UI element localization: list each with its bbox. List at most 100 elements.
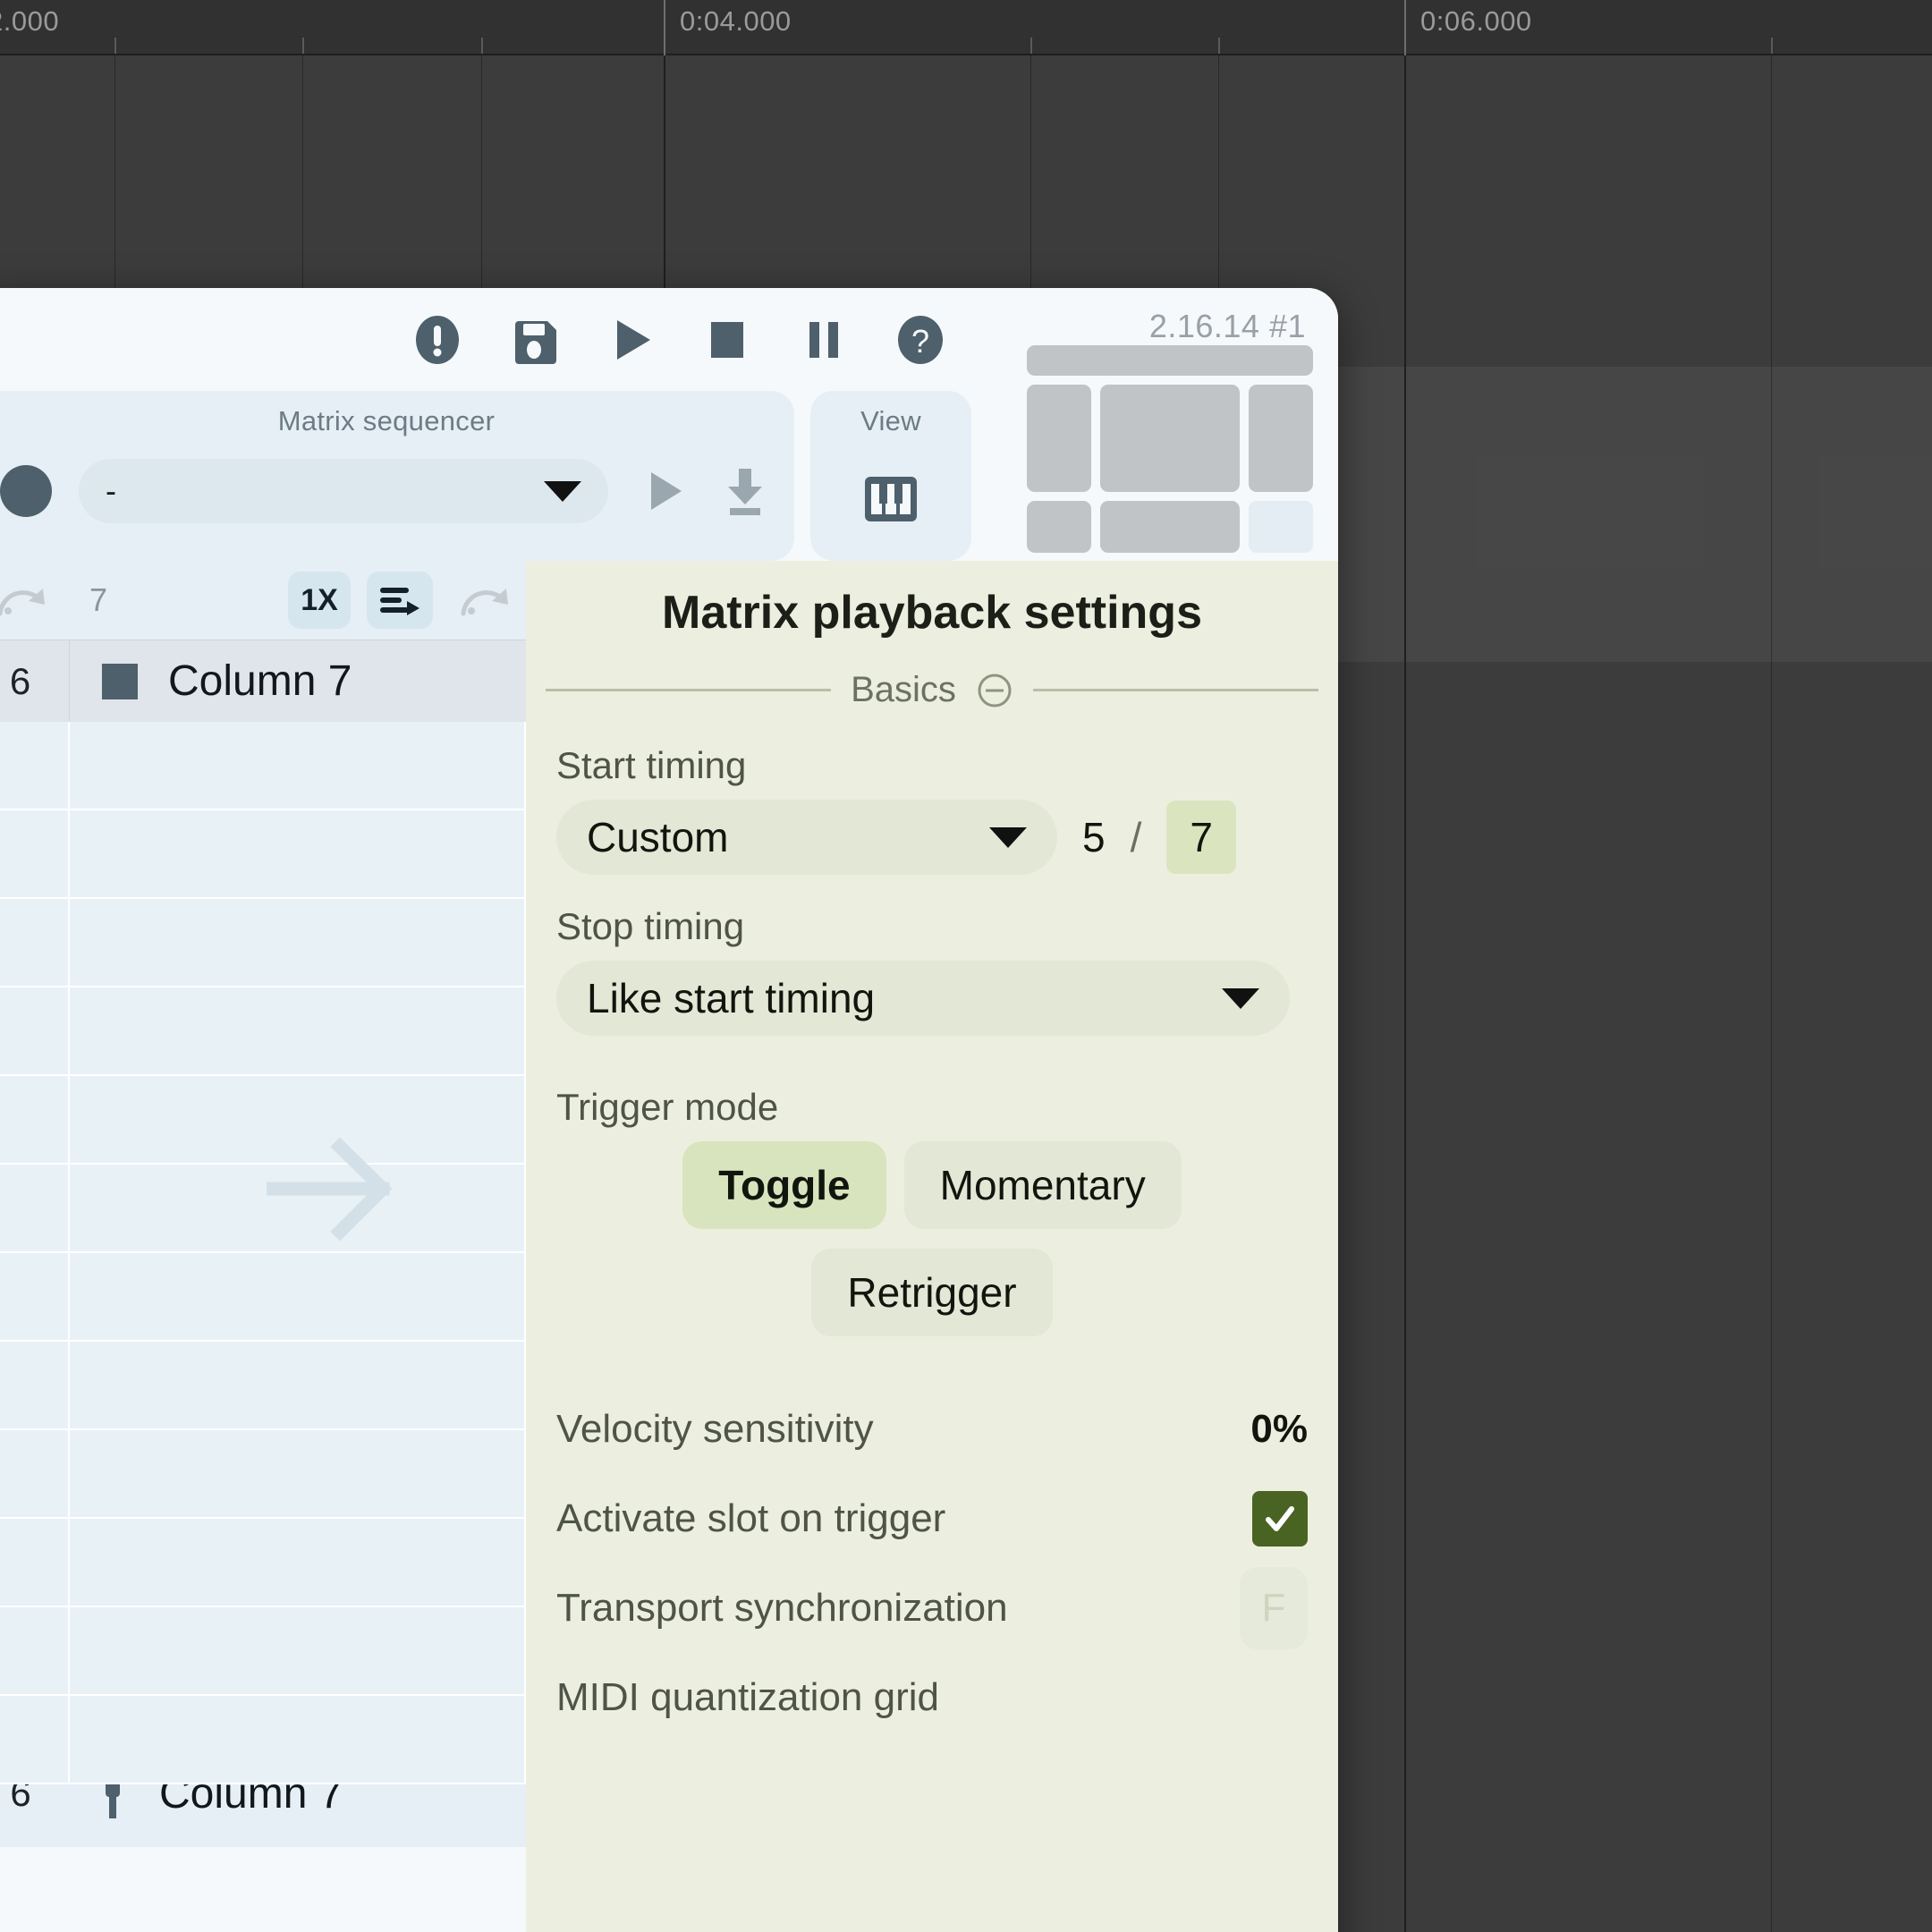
matrix-row[interactable] (0, 1076, 526, 1165)
plugin-toolbar: ? 2.16.14 #1 (0, 288, 1338, 553)
row-midi-quantization-grid[interactable]: MIDI quantization grid (526, 1653, 1338, 1742)
row-activate-slot-on-trigger[interactable]: Activate slot on trigger (526, 1474, 1338, 1563)
velocity-sensitivity-value[interactable]: 0% (1250, 1407, 1308, 1452)
start-timing-separator: / (1130, 814, 1142, 860)
start-timing-denominator[interactable]: 7 (1166, 801, 1236, 874)
stop-icon[interactable] (699, 312, 755, 368)
row-transport-synchronization[interactable]: Transport synchronization F (526, 1563, 1338, 1653)
plugin-body: 7 1X 6 Column 7 6 Column 7 Matrix playba… (0, 561, 1338, 1932)
list-play-icon[interactable] (367, 572, 433, 629)
row-velocity-sensitivity[interactable]: Velocity sensitivity 0% (526, 1385, 1338, 1474)
start-timing-value: Custom (587, 814, 729, 860)
ruler-time-label: 2.000 (0, 5, 60, 37)
sequencer-preset-select[interactable]: - (79, 459, 608, 523)
matrix-row-gutter[interactable] (0, 1430, 70, 1519)
matrix-row-gutter[interactable] (0, 1165, 70, 1253)
matrix-row-gutter[interactable] (0, 1253, 70, 1342)
matrix-cell[interactable] (70, 1519, 526, 1607)
activate-slot-label: Activate slot on trigger (556, 1496, 946, 1540)
alert-icon[interactable] (410, 312, 465, 368)
trigger-mode-option-momentary[interactable]: Momentary (903, 1141, 1182, 1229)
midi-quantization-grid-label: MIDI quantization grid (556, 1675, 939, 1719)
matrix-row[interactable] (0, 1696, 526, 1784)
matrix-row[interactable] (0, 1342, 526, 1430)
chevron-down-icon (1222, 987, 1259, 1009)
piano-keys-icon[interactable] (860, 468, 922, 530)
ruler-tick (481, 38, 483, 54)
matrix-row-number: 6 (0, 640, 70, 723)
ruler-tick (302, 38, 304, 54)
start-timing-select[interactable]: Custom (556, 800, 1057, 875)
section-rule-left (546, 689, 832, 691)
matrix-cell[interactable] (70, 810, 526, 899)
stop-square-icon[interactable] (102, 663, 138, 699)
trigger-mode-option-retrigger[interactable]: Retrigger (811, 1249, 1053, 1336)
matrix-row-gutter[interactable] (0, 1696, 70, 1784)
matrix-cell[interactable] (70, 1253, 526, 1342)
start-timing-numerator[interactable]: 5 (1082, 813, 1106, 861)
matrix-row-gutter[interactable] (0, 810, 70, 899)
pause-icon[interactable] (796, 312, 852, 368)
download-icon[interactable] (717, 463, 773, 519)
matrix-cell[interactable] (70, 1165, 526, 1253)
transport-button-group: ? (410, 312, 948, 368)
matrix-row[interactable] (0, 899, 526, 987)
matrix-row[interactable] (0, 1430, 526, 1519)
matrix-row[interactable] (0, 987, 526, 1076)
field-trigger-mode: Trigger mode Toggle Momentary Retrigger (526, 1086, 1338, 1336)
speed-multiplier-chip[interactable]: 1X (288, 572, 351, 629)
matrix-row[interactable] (0, 810, 526, 899)
velocity-sensitivity-label: Velocity sensitivity (556, 1407, 874, 1451)
help-icon[interactable]: ? (893, 312, 948, 368)
transport-synchronization-badge[interactable]: F (1240, 1567, 1308, 1649)
matrix-cell-grid[interactable] (0, 722, 526, 1784)
trigger-mode-option-toggle[interactable]: Toggle (682, 1141, 886, 1229)
matrix-cell[interactable] (70, 1076, 526, 1165)
activate-slot-checkbox[interactable] (1252, 1491, 1308, 1546)
play-icon[interactable] (603, 312, 658, 368)
page-title: Matrix playback settings (662, 587, 1202, 639)
matrix-row[interactable] (0, 1519, 526, 1607)
toolbar-sections-strip: Matrix sequencer - View (0, 391, 1338, 561)
ruler-time-label: 0:04.000 (680, 5, 792, 37)
svg-text:?: ? (911, 323, 929, 360)
stop-timing-select[interactable]: Like start timing (556, 961, 1290, 1036)
field-stop-timing: Stop timing Like start timing (526, 905, 1338, 1036)
sequencer-play-icon[interactable] (635, 463, 691, 519)
matrix-row-gutter[interactable] (0, 987, 70, 1076)
matrix-column-title-row[interactable]: 6 Column 7 (0, 640, 526, 723)
matrix-row-gutter[interactable] (0, 899, 70, 987)
matrix-row-gutter[interactable] (0, 722, 70, 810)
matrix-row-gutter[interactable] (0, 1076, 70, 1165)
matrix-cell[interactable] (70, 1696, 526, 1784)
save-icon[interactable] (506, 312, 562, 368)
matrix-row[interactable] (0, 1165, 526, 1253)
matrix-cell[interactable] (70, 722, 526, 810)
matrix-row[interactable] (0, 1253, 526, 1342)
matrix-row[interactable] (0, 722, 526, 810)
section-label: Basics (851, 670, 956, 709)
chevron-down-icon (989, 826, 1027, 848)
matrix-cell[interactable] (70, 1430, 526, 1519)
ruler-tick (1771, 38, 1773, 54)
timeline-ruler[interactable]: 2.000 0:04.000 0:06.000 (0, 0, 1932, 55)
matrix-cell[interactable] (70, 1342, 526, 1430)
record-icon[interactable] (0, 465, 52, 517)
matrix-row[interactable] (0, 1607, 526, 1696)
matrix-header-redo-left[interactable] (0, 561, 70, 640)
layout-cell-top[interactable] (1027, 345, 1313, 376)
matrix-cell[interactable] (70, 899, 526, 987)
minus-circle-icon[interactable] (976, 672, 1013, 709)
timeline-gridline-minor (1771, 55, 1772, 1932)
matrix-cell[interactable] (70, 1607, 526, 1696)
matrix-sequencer-title: Matrix sequencer (277, 405, 496, 436)
matrix-cell[interactable] (70, 987, 526, 1076)
matrix-row-gutter[interactable] (0, 1342, 70, 1430)
matrix-column-index: 7 (89, 581, 108, 618)
ruler-gridline (1404, 0, 1406, 55)
matrix-column-label: Column 7 (168, 657, 352, 705)
redo-arc-icon[interactable] (456, 581, 512, 619)
matrix-region: 7 1X 6 Column 7 6 Column 7 (0, 561, 526, 1932)
matrix-row-gutter[interactable] (0, 1519, 70, 1607)
matrix-row-gutter[interactable] (0, 1607, 70, 1696)
